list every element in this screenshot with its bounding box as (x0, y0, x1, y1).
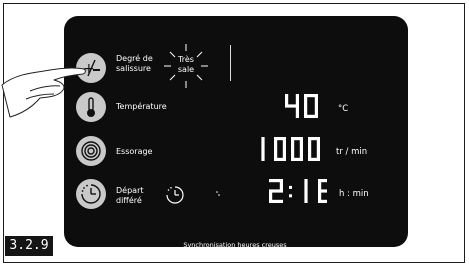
digit-segment (299, 137, 303, 149)
delay-start-button[interactable] (76, 179, 106, 209)
spin-display (261, 137, 320, 161)
temperature-label: Température (116, 102, 167, 111)
digit-segment (279, 179, 283, 191)
delay-display (269, 179, 327, 203)
hand-illustration (1, 67, 86, 118)
clock-icon (81, 184, 101, 204)
digit-segment (282, 137, 286, 149)
digit-segment (285, 94, 289, 106)
digit-segment (291, 149, 295, 161)
digit-segment (308, 149, 312, 161)
spiral-icon (81, 141, 101, 161)
moon-icon (205, 187, 220, 203)
temperature-unit: °C (338, 104, 349, 114)
digit-segment (269, 199, 283, 203)
soil-level-label: Degré de salissure (116, 54, 153, 73)
sync-off-peak-text: Synchronisation heures creuses (183, 241, 287, 249)
digit-segment (261, 149, 265, 161)
digit-segment (304, 191, 308, 203)
digit-segment (304, 94, 308, 106)
digit-segment (274, 149, 278, 161)
digit-segment (261, 137, 265, 149)
temperature-display (285, 94, 318, 118)
digit-segment (274, 137, 278, 149)
digit-segment (295, 94, 299, 106)
control-panel: + Degré de salissure Très sale Températu… (64, 16, 408, 249)
divider-line (230, 45, 231, 81)
digit-segment (295, 106, 299, 118)
digit-segment (304, 179, 308, 191)
spin-unit: tr / min (336, 147, 368, 157)
timer-icon (166, 186, 184, 204)
colon-dot (289, 185, 292, 189)
digit-segment (318, 179, 322, 191)
spin-button[interactable] (76, 136, 106, 166)
digit-segment (308, 137, 312, 149)
colon-dot (289, 194, 292, 198)
soil-level-value: Très sale (177, 55, 195, 74)
spin-label: Essorage (116, 147, 153, 156)
figure-label: 3.2.9 (5, 236, 53, 256)
delay-unit: h : min (339, 189, 369, 199)
digit-segment (291, 137, 295, 149)
digit-segment (314, 94, 318, 106)
digit-segment (304, 106, 308, 118)
digit-segment (318, 199, 327, 203)
digit-segment (316, 137, 320, 149)
delay-start-label: Départ différé (116, 186, 144, 205)
